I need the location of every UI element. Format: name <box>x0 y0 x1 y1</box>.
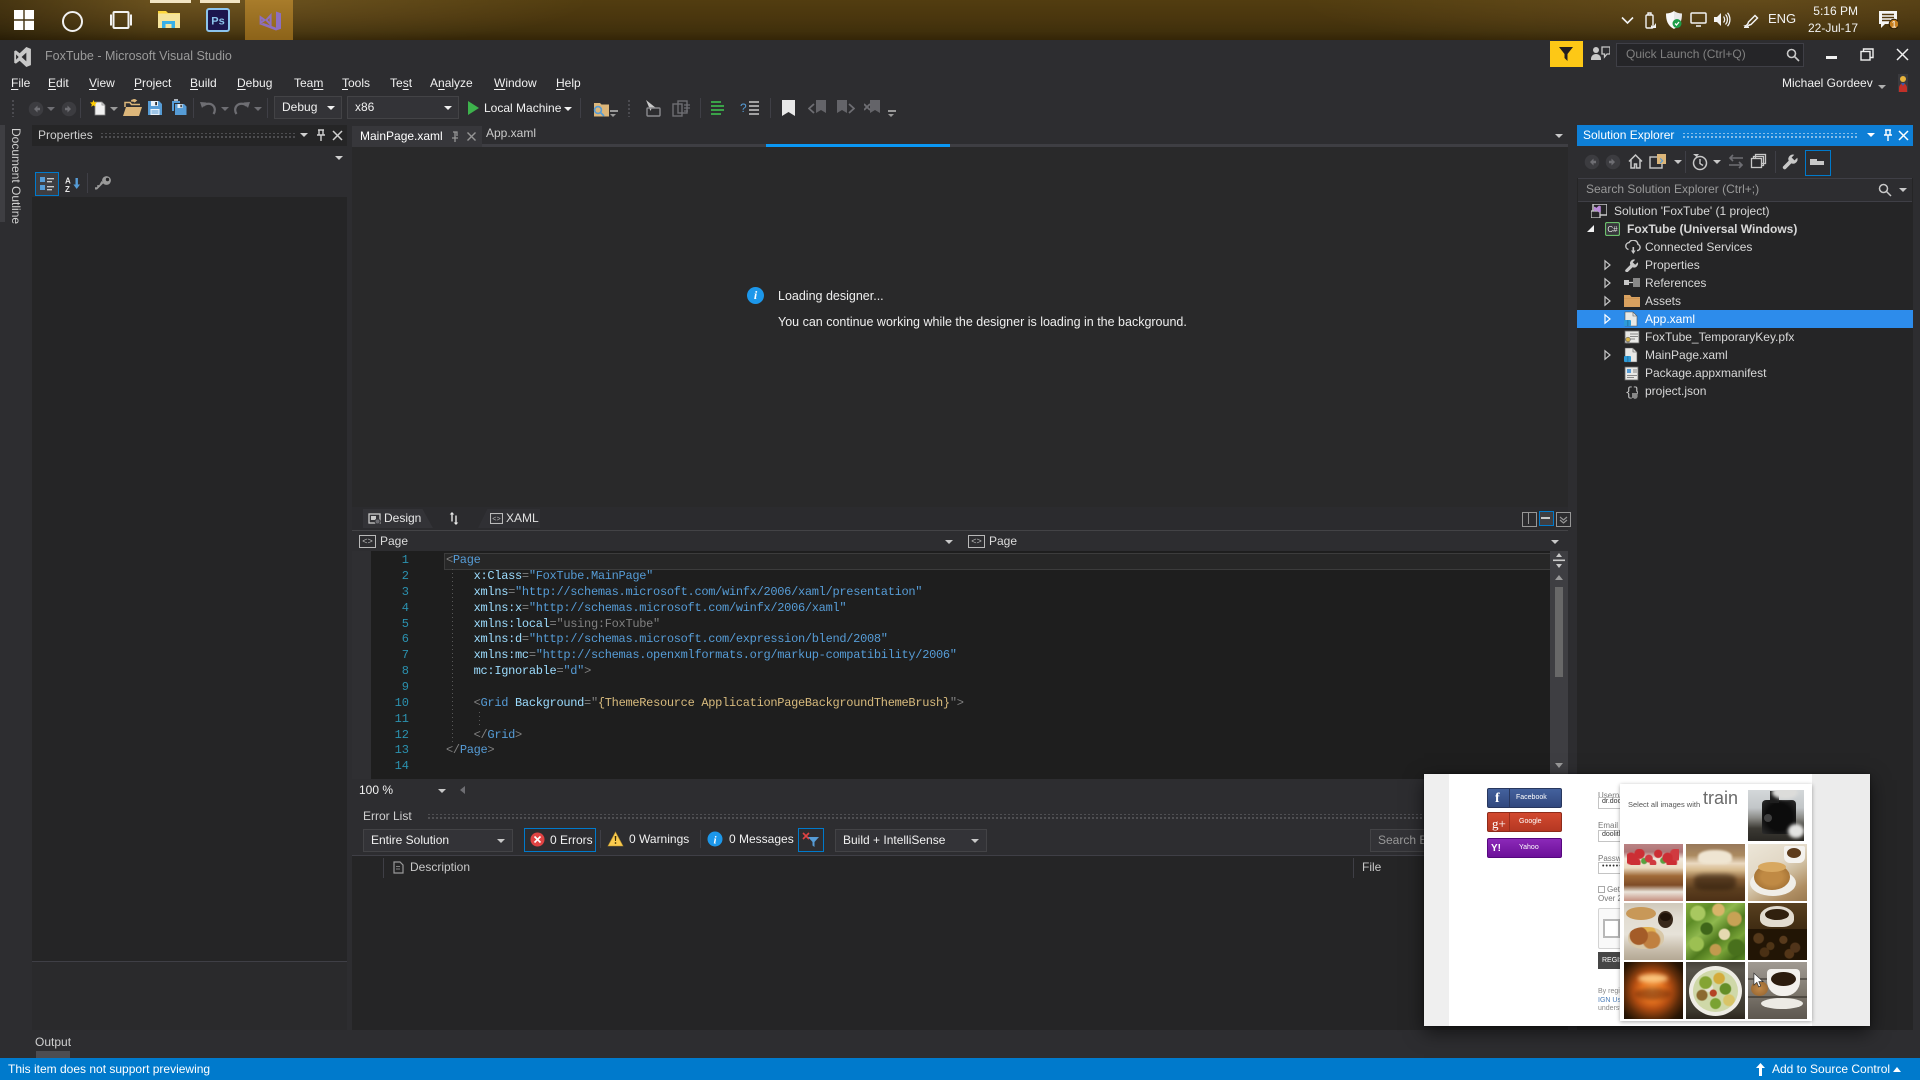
svg-text:?: ? <box>740 101 747 115</box>
svg-text:C#: C# <box>1607 225 1618 234</box>
svg-text:<>: <> <box>492 516 500 524</box>
svg-text:Ps: Ps <box>211 16 224 28</box>
svg-text:1: 1 <box>1891 20 1896 29</box>
svg-text:Z: Z <box>65 185 70 192</box>
